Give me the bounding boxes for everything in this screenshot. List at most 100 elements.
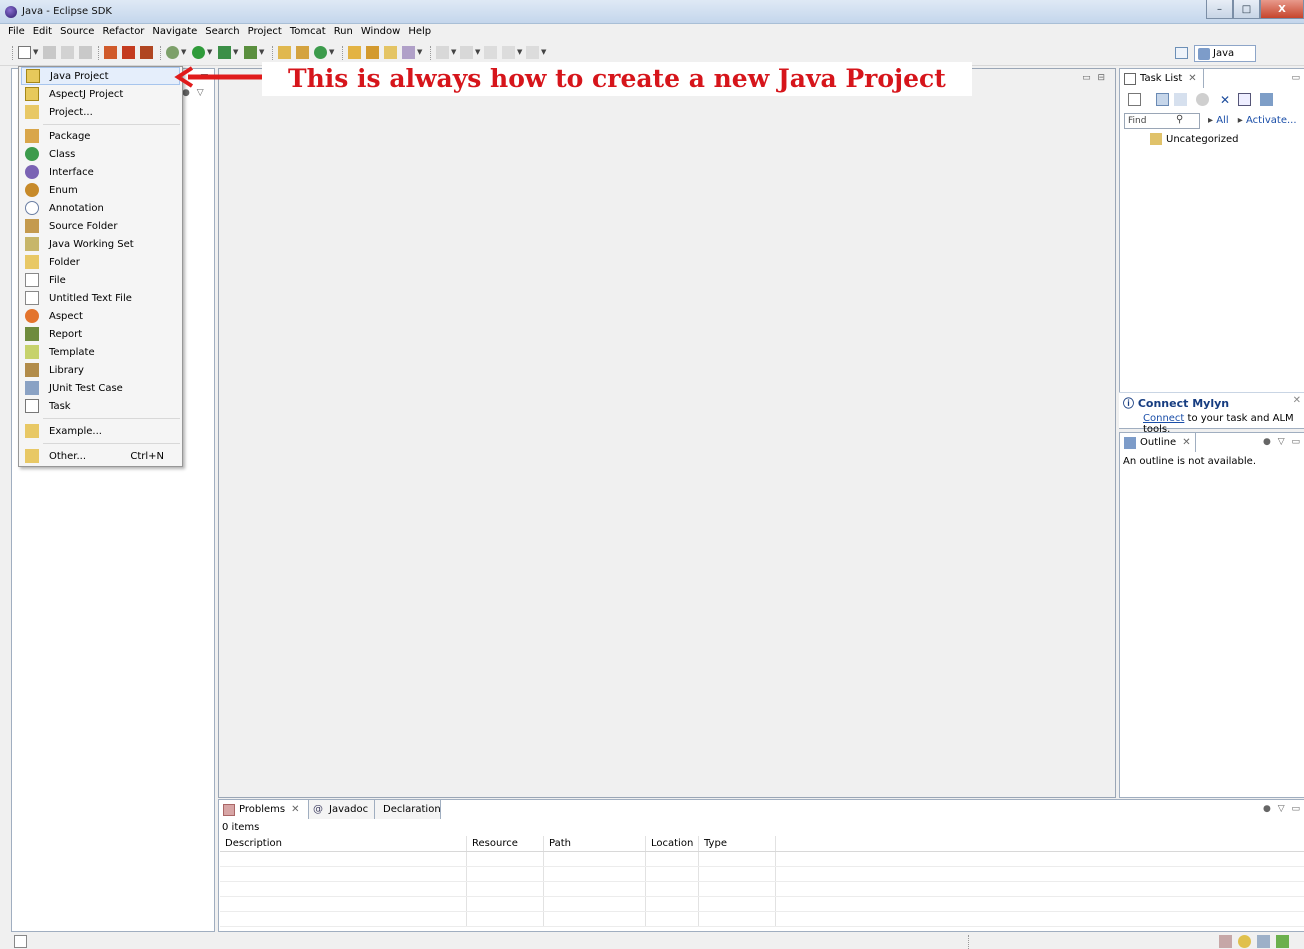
new-package-icon[interactable] [296,46,309,59]
trim-icon-4[interactable] [1276,935,1289,948]
close-button[interactable]: X [1260,0,1304,19]
back-dropdown-arrow-icon[interactable]: ▼ [517,48,523,56]
menu-item-enum[interactable]: Enum [21,181,180,199]
java-perspective-button[interactable]: Java [1194,45,1256,62]
debug-dropdown-arrow-icon[interactable]: ▼ [181,48,187,56]
menu-item-template[interactable]: Template [21,343,180,361]
new-dropdown-arrow-icon[interactable]: ▼ [33,48,39,56]
column-resource[interactable]: Resource [467,836,544,851]
collapse-all-icon[interactable] [1238,93,1251,106]
menu-item-folder[interactable]: Folder [21,253,180,271]
minimize-view-icon[interactable]: ▭ [1291,73,1302,83]
show-scheduled-icon[interactable] [1156,93,1169,106]
column-type[interactable]: Type [699,836,776,851]
categorized-icon[interactable] [1174,93,1187,106]
menu-item-other[interactable]: Other... Ctrl+N [21,447,180,465]
menu-item-package[interactable]: Package [21,127,180,145]
stop-server-icon[interactable] [140,46,153,59]
print-icon[interactable] [79,46,92,59]
run-dropdown-arrow-icon[interactable]: ▼ [207,48,213,56]
pen-dropdown-arrow-icon[interactable]: ▼ [417,48,423,56]
save-all-icon[interactable] [61,46,74,59]
maximize-button[interactable]: □ [1233,0,1260,19]
hide-completed-icon[interactable]: ✕ [1220,93,1233,107]
menu-navigate[interactable]: Navigate [148,24,201,40]
menu-item-library[interactable]: Library [21,361,180,379]
new-class-icon[interactable] [314,46,327,59]
new-wizard-icon[interactable] [18,46,31,59]
view-menu-icon[interactable]: ● ▽ ▭ [1263,437,1302,447]
menu-item-task[interactable]: Task [21,397,180,415]
run-icon[interactable] [192,46,205,59]
open-type-icon[interactable] [348,46,361,59]
find-input[interactable]: Find [1124,113,1200,129]
view-menu-icon[interactable]: ● ▽ ▭ [1263,804,1302,814]
menu-item-untitled-text-file[interactable]: Untitled Text File [21,289,180,307]
column-description[interactable]: Description [220,836,467,851]
menu-search[interactable]: Search [201,24,243,40]
menu-window[interactable]: Window [357,24,404,40]
menu-item-source-folder[interactable]: Source Folder [21,217,180,235]
open-perspective-icon[interactable] [1175,47,1188,59]
menu-item-java-project[interactable]: Java Project [21,67,180,85]
tab-outline[interactable]: Outline ✕ [1120,433,1196,452]
column-location[interactable]: Location [646,836,699,851]
new-task-icon[interactable] [1128,93,1141,106]
tab-task-list[interactable]: Task List ✕ [1120,69,1204,88]
menu-item-junit-test-case[interactable]: JUnit Test Case [21,379,180,397]
tab-declaration[interactable]: Declaration [375,800,441,819]
menu-source[interactable]: Source [56,24,98,40]
external-tools-dropdown-arrow-icon[interactable]: ▼ [259,48,265,56]
synchronize-icon[interactable] [1260,93,1273,106]
editor-minimize-maximize-icon[interactable]: ▭ ⊟ [1082,73,1107,83]
menu-edit[interactable]: Edit [29,24,56,40]
menu-item-report[interactable]: Report [21,325,180,343]
debug-icon[interactable] [166,46,179,59]
external-tools-icon[interactable] [244,46,257,59]
forward-icon[interactable] [526,46,539,59]
menu-file[interactable]: File [4,24,29,40]
open-task-icon[interactable] [366,46,379,59]
coverage-icon[interactable] [218,46,231,59]
link-activate[interactable]: Activate... [1246,115,1297,126]
save-icon[interactable] [43,46,56,59]
menu-help[interactable]: Help [404,24,435,40]
back-icon[interactable] [502,46,515,59]
menu-item-file[interactable]: File [21,271,180,289]
last-edit-icon[interactable] [484,46,497,59]
connect-link[interactable]: Connect [1143,413,1184,424]
debug-server-icon[interactable] [104,46,117,59]
close-tab-icon[interactable]: ✕ [1188,73,1196,84]
trim-icon-2[interactable] [1238,935,1251,948]
annotation-pen-icon[interactable] [402,46,415,59]
close-tab-icon[interactable]: ✕ [1182,437,1190,448]
category-uncategorized[interactable]: Uncategorized [1150,133,1238,145]
trim-icon-3[interactable] [1257,935,1270,948]
menu-project[interactable]: Project [244,24,286,40]
coverage-dropdown-arrow-icon[interactable]: ▼ [233,48,239,56]
close-mylyn-icon[interactable]: ✕ [1293,395,1301,406]
menu-item-class[interactable]: Class [21,145,180,163]
menu-item-interface[interactable]: Interface [21,163,180,181]
next-annotation-dropdown-arrow-icon[interactable]: ▼ [451,48,457,56]
menu-run[interactable]: Run [330,24,357,40]
menu-item-aspectj-project[interactable]: AspectJ Project [21,85,180,103]
trim-icon-1[interactable] [1219,935,1232,948]
menu-item-annotation[interactable]: Annotation [21,199,180,217]
focus-icon[interactable] [1196,93,1209,106]
search-icon[interactable] [384,46,397,59]
menu-tomcat[interactable]: Tomcat [286,24,330,40]
forward-dropdown-arrow-icon[interactable]: ▼ [541,48,547,56]
run-server-icon[interactable] [122,46,135,59]
menu-item-project[interactable]: Project... [21,103,180,121]
menu-item-example[interactable]: Example... [21,422,180,440]
menu-item-java-working-set[interactable]: Java Working Set [21,235,180,253]
close-tab-icon[interactable]: ✕ [291,804,299,815]
column-path[interactable]: Path [544,836,646,851]
new-item-status-icon[interactable] [14,935,27,948]
next-annotation-icon[interactable] [436,46,449,59]
tab-problems[interactable]: Problems ✕ [219,800,309,819]
tab-javadoc[interactable]: @ Javadoc [309,800,375,819]
menu-item-aspect[interactable]: Aspect [21,307,180,325]
new-class-dropdown-arrow-icon[interactable]: ▼ [329,48,335,56]
